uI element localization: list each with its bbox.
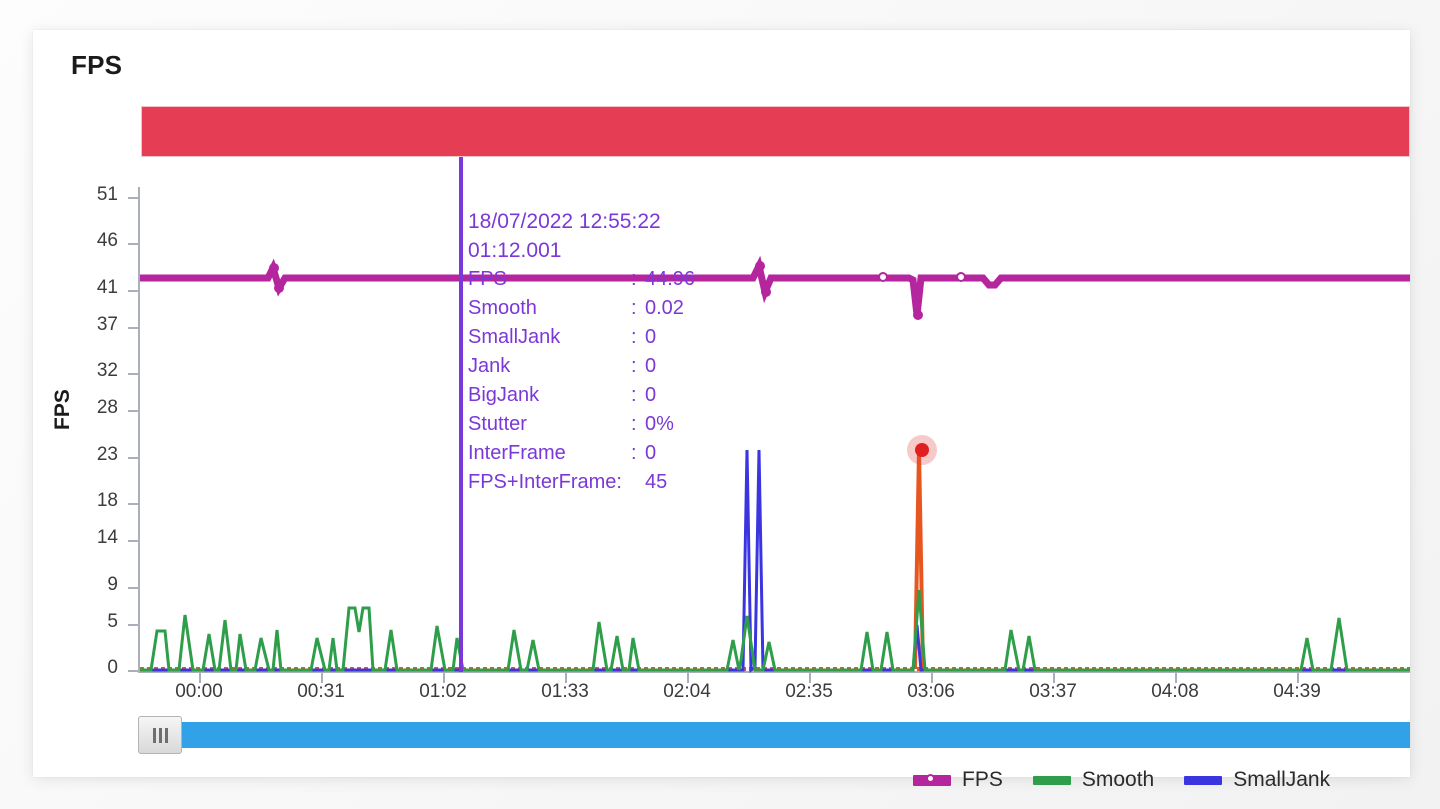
timeline-scrollbar-track[interactable]: [138, 722, 1410, 748]
legend-swatch-icon: [913, 775, 951, 786]
tooltip-row-value: 45: [645, 468, 667, 497]
tooltip-row: Jank:0: [468, 352, 695, 381]
legend-label: SmallJank: [1233, 768, 1330, 792]
series-fps: [140, 266, 1410, 315]
legend-item-smooth[interactable]: Smooth: [1033, 768, 1154, 792]
legend-label: Smooth: [1082, 768, 1154, 792]
series-smooth: [140, 590, 1410, 670]
tooltip-elapsed: 01:12.001: [468, 236, 695, 265]
grip-bar: [159, 728, 162, 743]
tooltip-row-key: Jank: [468, 352, 631, 381]
tooltip-row-key: SmallJank: [468, 323, 631, 352]
drag-handle-icon[interactable]: [138, 716, 182, 754]
grip-bar: [153, 728, 156, 743]
tooltip-row: InterFrame:0: [468, 439, 695, 468]
tooltip-row: SmallJank:0: [468, 323, 695, 352]
tooltip-row: FPS:44.96: [468, 265, 695, 294]
tooltip-row-value: 0%: [645, 410, 674, 439]
page-root: FPS FPS 514641373228231814950 00:0000:31…: [0, 0, 1440, 809]
tooltip-row: FPS+InterFrame: 45: [468, 468, 695, 497]
legend-item-smalljank[interactable]: SmallJank: [1184, 768, 1330, 792]
legend-label: FPS: [962, 768, 1003, 792]
chart-legend: FPS Smooth SmallJank: [913, 768, 1330, 792]
fps-chart-card: FPS FPS 514641373228231814950 00:0000:31…: [33, 30, 1410, 777]
grip-bar: [165, 728, 168, 743]
tooltip-row-key: Stutter: [468, 410, 631, 439]
series-canvas: [33, 30, 1410, 777]
highlight-point[interactable]: [915, 443, 929, 457]
tooltip-row-value: 44.96: [645, 265, 695, 294]
tooltip-datetime: 18/07/2022 12:55:22: [468, 207, 695, 236]
tooltip-row-separator: :: [631, 439, 645, 468]
tooltip-row-value: 0: [645, 323, 656, 352]
tooltip-row-separator: :: [631, 381, 645, 410]
tooltip-row-key: Smooth: [468, 294, 631, 323]
tooltip-row-value: 0.02: [645, 294, 684, 323]
tooltip-row-key: FPS: [468, 265, 631, 294]
tooltip-row: Smooth:0.02: [468, 294, 695, 323]
crosshair-line: [459, 157, 463, 672]
tooltip-row-separator: :: [631, 323, 645, 352]
tooltip-row-value: 0: [645, 439, 656, 468]
tooltip-row-separator: :: [631, 294, 645, 323]
tooltip-row-value: 0: [645, 352, 656, 381]
hover-tooltip: 18/07/2022 12:55:22 01:12.001 FPS:44.96S…: [468, 207, 695, 497]
legend-item-fps[interactable]: FPS: [913, 768, 1003, 792]
chart-plot-area: FPS 514641373228231814950 00:0000:3101:0…: [33, 30, 1410, 777]
tooltip-row-separator: :: [631, 265, 645, 294]
tooltip-row-separator: [631, 468, 645, 497]
tooltip-row-key: FPS+InterFrame:: [468, 468, 631, 497]
tooltip-row-key: InterFrame: [468, 439, 631, 468]
tooltip-row: Stutter:0%: [468, 410, 695, 439]
tooltip-row-separator: :: [631, 352, 645, 381]
tooltip-row: BigJank:0: [468, 381, 695, 410]
tooltip-row-value: 0: [645, 381, 656, 410]
legend-swatch-icon: [1033, 776, 1071, 785]
tooltip-rows: FPS:44.96Smooth:0.02SmallJank:0Jank:0Big…: [468, 265, 695, 497]
tooltip-row-key: BigJank: [468, 381, 631, 410]
legend-swatch-icon: [1184, 776, 1222, 785]
series-smalljank: [140, 450, 1410, 670]
tooltip-row-separator: :: [631, 410, 645, 439]
